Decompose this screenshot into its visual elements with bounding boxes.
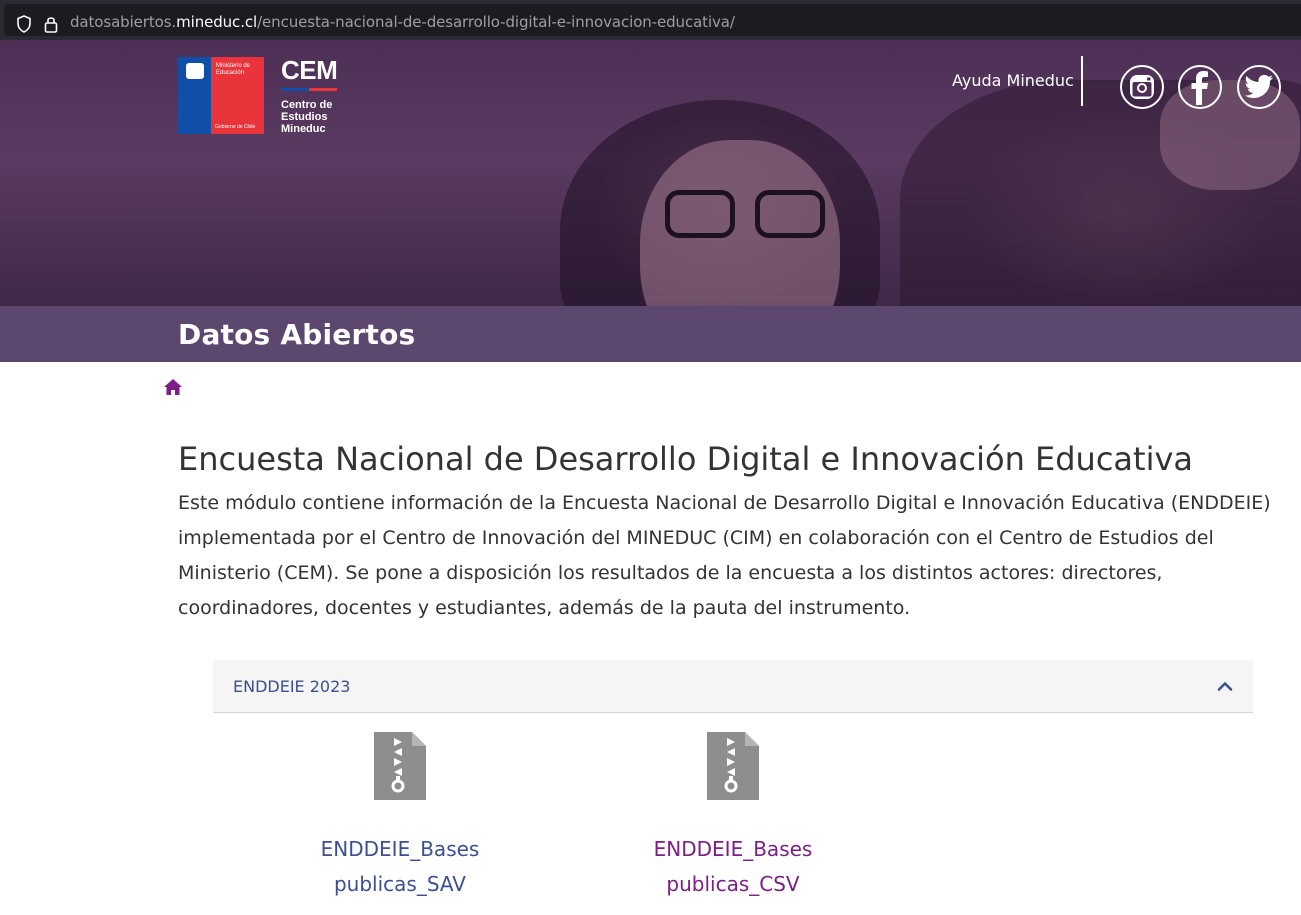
hero-photo-shape xyxy=(665,190,735,238)
logo-red-block: Ministerio de Educación Gobierno de Chil… xyxy=(211,57,264,134)
cem-subtitle: Centro de Estudios Mineduc xyxy=(281,99,333,135)
logo-text: Ministerio de Educación xyxy=(216,63,251,76)
instagram-icon[interactable] xyxy=(1120,65,1164,109)
lock-icon[interactable] xyxy=(44,15,58,33)
page-title: Encuesta Nacional de Desarrollo Digital … xyxy=(178,440,1194,478)
cem-logo[interactable]: CEM Centro de Estudios Mineduc xyxy=(281,55,338,135)
header-divider xyxy=(1081,56,1083,106)
twitter-icon[interactable] xyxy=(1237,65,1281,109)
file-link[interactable]: ENDDEIE_Bases publicas_SAV xyxy=(300,832,500,902)
shield-icon[interactable] xyxy=(16,15,32,33)
accordion-header-enddeie-2023[interactable]: ENDDEIE 2023 xyxy=(213,660,1253,713)
page-description: Este módulo contiene información de la E… xyxy=(178,492,1271,619)
facebook-icon[interactable] xyxy=(1178,65,1222,109)
hero-photo-shape xyxy=(755,190,825,238)
url-text[interactable]: datosabiertos.mineduc.cl/encuesta-nacion… xyxy=(70,13,735,31)
ministerio-logo[interactable]: Ministerio de Educación Gobierno de Chil… xyxy=(178,57,264,134)
zip-file-icon[interactable] xyxy=(707,732,759,800)
file-download-sav[interactable]: ENDDEIE_Bases publicas_SAV xyxy=(300,732,500,902)
cem-title: CEM xyxy=(281,55,338,85)
browser-url-bar: datosabiertos.mineduc.cl/encuesta-nacion… xyxy=(0,0,1301,40)
section-band: Datos Abiertos xyxy=(0,306,1301,362)
logo-blue-block xyxy=(178,57,211,134)
accordion-label[interactable]: ENDDEIE 2023 xyxy=(233,677,350,696)
logo-footer: Gobierno de Chile xyxy=(215,124,256,130)
coat-of-arms-icon xyxy=(186,63,204,79)
chevron-up-icon[interactable] xyxy=(1217,678,1233,694)
site-section-title: Datos Abiertos xyxy=(178,318,416,351)
address-field[interactable]: datosabiertos.mineduc.cl/encuesta-nacion… xyxy=(4,4,1301,36)
file-download-csv[interactable]: ENDDEIE_Bases publicas_CSV xyxy=(633,732,833,902)
home-icon[interactable] xyxy=(163,377,183,397)
help-link[interactable]: Ayuda Mineduc xyxy=(952,71,1074,90)
file-link[interactable]: ENDDEIE_Bases publicas_CSV xyxy=(633,832,833,902)
zip-file-icon[interactable] xyxy=(374,732,426,800)
cem-bar xyxy=(281,88,337,91)
